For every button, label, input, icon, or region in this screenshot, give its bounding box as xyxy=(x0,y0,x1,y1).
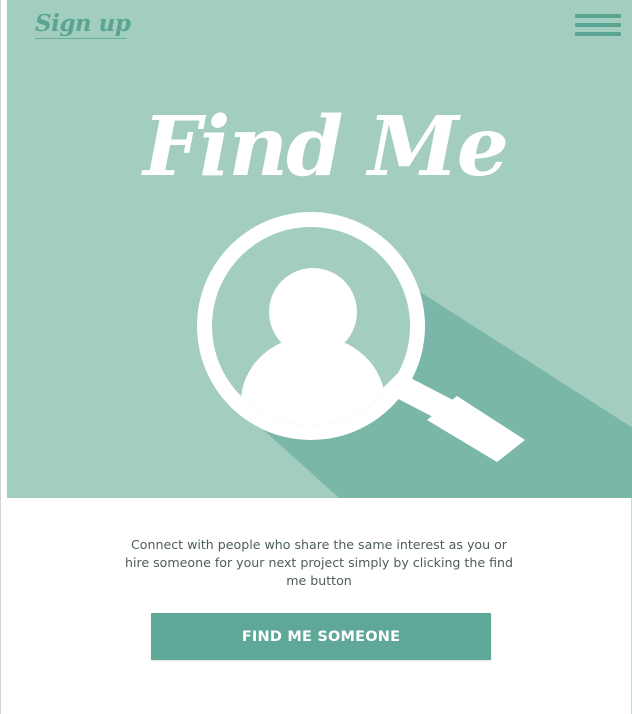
signup-link[interactable]: Sign up xyxy=(35,10,131,37)
hero-banner: Sign up Find Me xyxy=(7,0,632,498)
page-title: Find Me xyxy=(143,99,509,195)
menu-bar xyxy=(575,23,621,27)
hamburger-menu-icon[interactable] xyxy=(575,14,621,40)
signup-underline xyxy=(35,38,127,39)
description-text: Connect with people who share the same i… xyxy=(124,537,514,588)
find-me-someone-button[interactable]: FIND ME SOMEONE xyxy=(151,613,491,660)
menu-bar xyxy=(575,14,621,18)
hero-illustration xyxy=(7,0,632,498)
app-screen: Sign up Find Me Connect with people who … xyxy=(0,0,632,714)
menu-bar xyxy=(575,32,621,36)
